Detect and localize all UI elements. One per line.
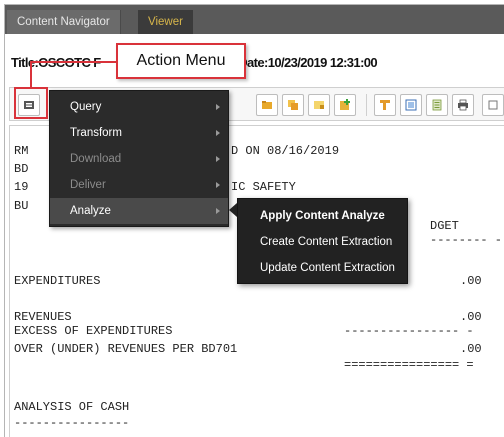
- report-line: EXPENDITURES: [14, 274, 101, 288]
- report-line: IC SAFETY: [231, 180, 296, 194]
- document-icon: [432, 99, 442, 111]
- callout-action-menu: Action Menu: [116, 43, 246, 79]
- report-line: REVENUES: [14, 310, 72, 324]
- chevron-right-icon: [216, 104, 220, 110]
- menu-item-label: Transform: [70, 127, 122, 139]
- chevron-right-icon: [216, 130, 220, 136]
- menu-item-label: Download: [70, 153, 122, 165]
- menu-item-transform[interactable]: Transform: [50, 120, 228, 146]
- callout-connector: [30, 61, 32, 88]
- add-note-icon: [340, 99, 350, 110]
- report-line: -------- -: [430, 233, 503, 247]
- folder-icon: [262, 101, 272, 109]
- chevron-right-icon: [216, 208, 220, 214]
- menu-item-label: Analyze: [70, 205, 111, 217]
- ruler-icon: [380, 100, 390, 110]
- columns-button[interactable]: [400, 94, 422, 116]
- action-menu: Query Transform Download Deliver Analyze: [49, 90, 229, 227]
- report-line: RM: [14, 144, 29, 158]
- columns-icon: [405, 99, 417, 111]
- more-icon: [488, 100, 498, 110]
- toolbar-separator: [366, 94, 367, 116]
- menu-item-deliver[interactable]: Deliver: [50, 172, 228, 198]
- report-line: OVER (UNDER) REVENUES PER BD701: [14, 342, 238, 356]
- callout-connector: [30, 61, 116, 63]
- report-line: DGET: [430, 219, 459, 233]
- tab-bar: Content Navigator Viewer: [5, 5, 504, 34]
- tab-content-navigator[interactable]: Content Navigator: [7, 10, 121, 34]
- menu-item-query[interactable]: Query: [50, 94, 228, 120]
- report-line: BD: [14, 162, 29, 176]
- report-line: 19: [14, 180, 29, 194]
- text-view-button[interactable]: [426, 94, 448, 116]
- menu-item-label: Query: [70, 101, 102, 113]
- report-value: .00: [460, 310, 482, 324]
- print-button[interactable]: [452, 94, 474, 116]
- menu-item-analyze[interactable]: Analyze: [50, 198, 228, 224]
- highlight-button[interactable]: [308, 94, 330, 116]
- more-tools-button[interactable]: [482, 94, 504, 116]
- report-line: EXCESS OF EXPENDITURES: [14, 324, 173, 338]
- report-line: ----------------: [14, 416, 130, 430]
- tab-viewer[interactable]: Viewer: [138, 10, 193, 34]
- highlight-icon: [314, 101, 324, 109]
- report-value: .00: [460, 274, 482, 288]
- action-menu-highlight: [14, 87, 48, 119]
- chevron-right-icon: [216, 182, 220, 188]
- document-header: Title:OSCOTC F5 Date:10/23/2019 12:31:00: [5, 34, 504, 83]
- submenu-pointer: [229, 203, 237, 217]
- bookmark-button[interactable]: [256, 94, 278, 116]
- add-note-button[interactable]: [334, 94, 356, 116]
- print-icon: [458, 99, 468, 111]
- menu-item-download[interactable]: Download: [50, 146, 228, 172]
- report-line: D ON 08/16/2019: [231, 144, 340, 158]
- notes-icon: [288, 100, 298, 110]
- report-line: ANALYSIS OF CASH: [14, 400, 130, 414]
- ruler-button[interactable]: [374, 94, 396, 116]
- chevron-right-icon: [216, 156, 220, 162]
- report-line: ---------------- -: [344, 324, 474, 338]
- report-line: BU: [14, 199, 29, 213]
- document-title-end: 5 Date:10/23/2019 12:31:00: [228, 55, 378, 70]
- submenu-item-apply-content-analyze[interactable]: Apply Content Analyze: [238, 204, 407, 228]
- submenu-item-create-content-extraction[interactable]: Create Content Extraction: [238, 230, 407, 254]
- annotate-button[interactable]: [282, 94, 304, 116]
- analyze-submenu: Apply Content Analyze Create Content Ext…: [237, 198, 408, 284]
- report-value: .00: [460, 342, 482, 356]
- menu-item-label: Deliver: [70, 179, 106, 191]
- report-line: ================ =: [344, 358, 474, 372]
- submenu-item-update-content-extraction[interactable]: Update Content Extraction: [238, 256, 407, 280]
